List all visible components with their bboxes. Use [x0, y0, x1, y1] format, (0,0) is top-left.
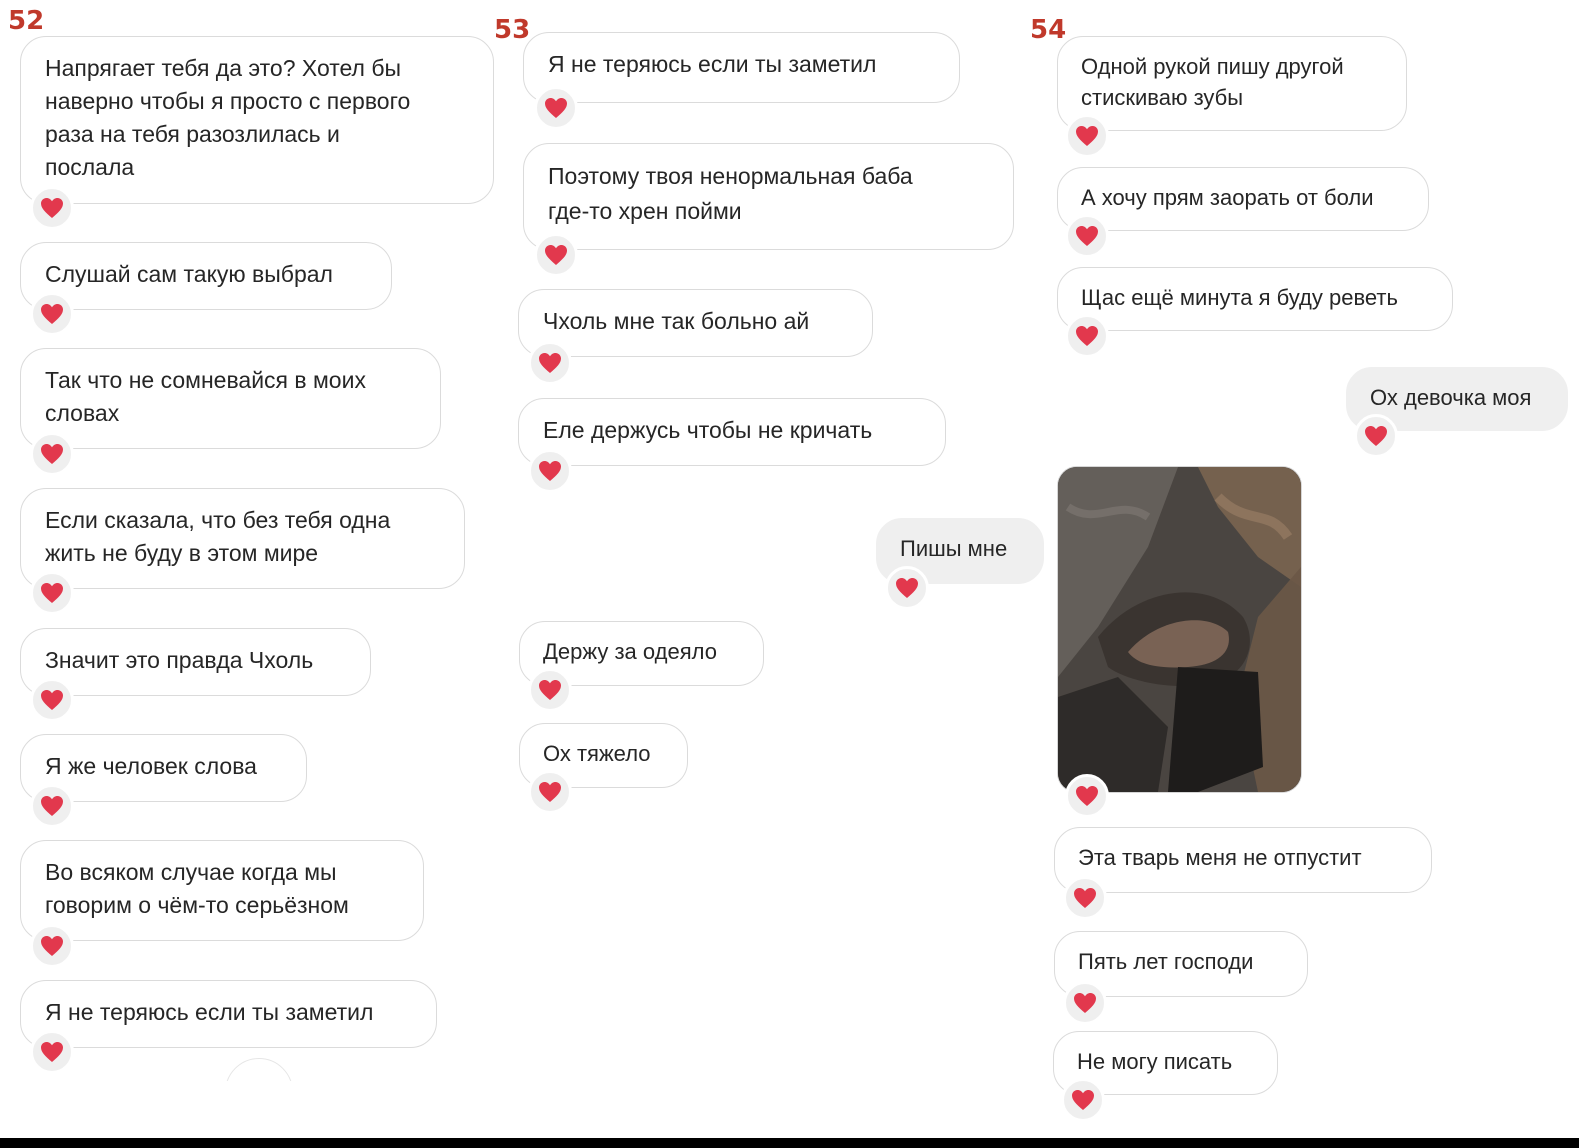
message-bubble[interactable]: Я не теряюсь если ты заметил: [523, 32, 960, 103]
heart-icon[interactable]: [1065, 114, 1109, 158]
photo-image: [1058, 467, 1301, 792]
message-bubble[interactable]: Напрягает тебя да это? Хотел бы наверно …: [20, 36, 494, 204]
heart-icon[interactable]: [30, 571, 74, 615]
bottom-border: [0, 1138, 1579, 1148]
message-bubble[interactable]: Значит это правда Чхоль: [20, 628, 371, 696]
heart-icon[interactable]: [885, 566, 929, 610]
heart-icon[interactable]: [1065, 214, 1109, 258]
heart-icon[interactable]: [1354, 414, 1398, 458]
message-bubble[interactable]: Поэтому твоя ненормальная баба где-то хр…: [523, 143, 1014, 250]
scroll-indicator: [225, 1058, 293, 1081]
heart-icon[interactable]: [1061, 1078, 1105, 1122]
heart-icon[interactable]: [1065, 314, 1109, 358]
heart-icon[interactable]: [30, 1030, 74, 1074]
message-bubble[interactable]: Еле держусь чтобы не кричать: [518, 398, 946, 466]
heart-icon[interactable]: [528, 449, 572, 493]
heart-icon[interactable]: [30, 924, 74, 968]
message-bubble[interactable]: Во всяком случае когда мы говорим о чём-…: [20, 840, 424, 941]
heart-icon[interactable]: [1065, 774, 1109, 818]
page-number-53: 53: [494, 15, 531, 45]
message-bubble[interactable]: Щас ещё минута я буду реветь: [1057, 267, 1453, 331]
message-bubble[interactable]: Слушай сам такую выбрал: [20, 242, 392, 310]
heart-icon[interactable]: [30, 432, 74, 476]
heart-icon[interactable]: [528, 668, 572, 712]
message-bubble[interactable]: Одной рукой пишу другой стискиваю зубы: [1057, 36, 1407, 131]
message-bubble[interactable]: Я не теряюсь если ты заметил: [20, 980, 437, 1048]
page-number-54: 54: [1030, 15, 1067, 45]
heart-icon[interactable]: [30, 784, 74, 828]
heart-icon[interactable]: [528, 341, 572, 385]
message-bubble[interactable]: Так что не сомневайся в моих словах: [20, 348, 441, 449]
heart-icon[interactable]: [30, 678, 74, 722]
page-number-52: 52: [8, 6, 45, 36]
heart-icon[interactable]: [534, 233, 578, 277]
heart-icon[interactable]: [30, 186, 74, 230]
photo-attachment[interactable]: [1057, 466, 1302, 793]
heart-icon[interactable]: [534, 86, 578, 130]
heart-icon[interactable]: [30, 292, 74, 336]
heart-icon[interactable]: [1063, 876, 1107, 920]
message-bubble[interactable]: А хочу прям заорать от боли: [1057, 167, 1429, 231]
message-bubble[interactable]: Эта тварь меня не отпустит: [1054, 827, 1432, 893]
heart-icon[interactable]: [528, 770, 572, 814]
heart-icon[interactable]: [1063, 981, 1107, 1025]
message-bubble[interactable]: Чхоль мне так больно ай: [518, 289, 873, 357]
message-bubble[interactable]: Если сказала, что без тебя одна жить не …: [20, 488, 465, 589]
